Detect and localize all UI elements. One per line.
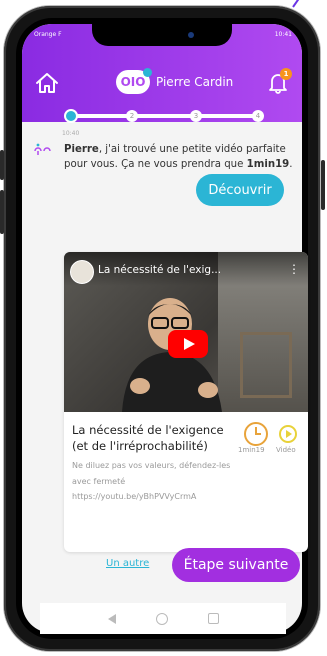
channel-avatar[interactable] xyxy=(70,260,94,284)
duration-label: 1min19 xyxy=(238,446,265,454)
thumbnail-shelf xyxy=(240,332,292,398)
play-button-icon[interactable] xyxy=(168,330,208,358)
power-button xyxy=(321,160,325,210)
notification-bell-icon[interactable]: 1 xyxy=(264,68,292,96)
progress-step[interactable]: 3 xyxy=(190,110,202,122)
message-user-name: Pierre xyxy=(64,144,99,155)
android-nav-bar xyxy=(40,603,286,634)
player-title: La nécessité de l'exig... xyxy=(98,264,222,276)
brand-header: OIO Pierre Cardin xyxy=(116,68,233,96)
discover-button[interactable]: Découvrir xyxy=(196,174,284,206)
recent-apps-icon[interactable] xyxy=(207,613,219,624)
user-name: Pierre Cardin xyxy=(156,75,234,89)
progress-step[interactable]: 4 xyxy=(252,110,264,122)
volume-button xyxy=(0,190,4,234)
message-end: . xyxy=(289,159,293,170)
carrier-label: Orange F xyxy=(34,31,62,38)
video-type-icon xyxy=(279,425,297,443)
volume-button xyxy=(0,150,4,180)
type-label: Vidéo xyxy=(276,446,296,454)
oio-logo: OIO xyxy=(116,68,152,94)
progress-steps: 1 2 3 4 xyxy=(64,109,264,123)
next-step-button[interactable]: Étape suivante xyxy=(172,548,300,582)
back-icon[interactable] xyxy=(107,613,116,624)
progress-step[interactable]: 2 xyxy=(126,110,138,122)
bot-message: Pierre, j'ai trouvé une petite vidéo par… xyxy=(64,142,296,172)
message-timestamp: 10:40 xyxy=(62,130,80,137)
home-icon[interactable] xyxy=(34,70,60,96)
app-header: Orange F 10:41 OIO Pierre Cardin 1 1 2 3 xyxy=(22,24,302,123)
notification-badge: 1 xyxy=(280,68,292,80)
camera-icon xyxy=(188,32,194,38)
progress-track xyxy=(70,114,258,118)
camera-notch xyxy=(92,24,232,46)
decorative-line xyxy=(292,0,307,8)
home-circle-icon[interactable] xyxy=(155,612,168,625)
more-options-icon[interactable]: ⋮ xyxy=(288,262,300,276)
video-title: La nécessité de l'exigence (et de l'irré… xyxy=(72,423,224,453)
bot-avatar-icon xyxy=(34,143,51,155)
status-time: 10:41 xyxy=(274,31,292,38)
message-duration: 1min19 xyxy=(246,159,290,170)
video-card[interactable]: La nécessité de l'exig... ⋮ La nécessité… xyxy=(64,252,308,552)
progress-step[interactable]: 1 xyxy=(64,109,78,123)
video-thumbnail[interactable]: La nécessité de l'exig... ⋮ xyxy=(64,252,308,412)
video-url[interactable]: https://youtu.be/yBhPVVyCrmA xyxy=(72,492,196,501)
video-description: Ne diluez pas vos valeurs, défendez-les … xyxy=(72,461,231,486)
clock-icon xyxy=(244,422,268,446)
other-link[interactable]: Un autre xyxy=(106,558,149,569)
